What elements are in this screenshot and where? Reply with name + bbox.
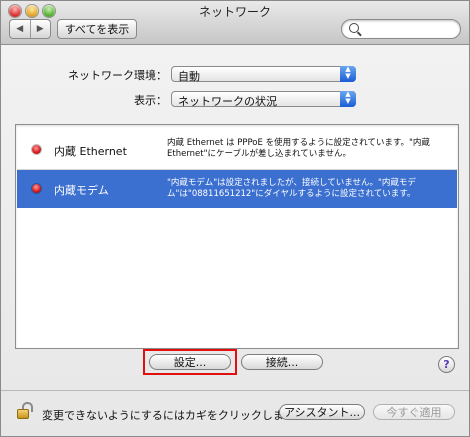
service-name: 内蔵モデム — [54, 184, 109, 197]
service-description: 内蔵 Ethernet は PPPoE を使用するように設定されています。"内蔵… — [167, 138, 430, 159]
lock-icon[interactable] — [17, 402, 33, 419]
location-popup[interactable]: 自動 ▲ ▼ — [171, 66, 356, 83]
toolbar: ネットワーク ◀ ▶ すべてを表示 — [1, 1, 469, 45]
preferences-window: ネットワーク ◀ ▶ すべてを表示 ネットワーク環境： 自動 ▲ ▼ 表示： ネッ… — [0, 0, 470, 437]
show-popup[interactable]: ネットワークの状況 ▲ ▼ — [171, 91, 356, 108]
back-button[interactable]: ◀ — [10, 20, 31, 38]
search-input[interactable] — [364, 21, 458, 37]
forward-button[interactable]: ▶ — [31, 20, 51, 38]
popup-arrows-icon: ▲ ▼ — [340, 66, 356, 82]
search-field[interactable] — [341, 19, 461, 39]
lock-body — [17, 409, 29, 419]
connect-button[interactable]: 接続... — [241, 354, 323, 370]
status-red-icon — [32, 184, 41, 193]
show-all-button[interactable]: すべてを表示 — [57, 19, 137, 39]
configure-button[interactable]: 設定... — [149, 354, 231, 370]
footer-divider — [1, 390, 469, 391]
location-value: 自動 — [178, 70, 200, 83]
service-row-modem[interactable]: 内蔵モデム "内蔵モデム"は設定されましたが、接続していません。"内蔵モデム"は… — [17, 170, 457, 208]
help-button[interactable]: ? — [438, 356, 455, 373]
network-status-list: 内蔵 Ethernet 内蔵 Ethernet は PPPoE を使用するように… — [15, 124, 459, 349]
back-forward-control: ◀ ▶ — [9, 19, 51, 39]
service-description: "内蔵モデム"は設定されましたが、接続していません。"内蔵モデム"は"08811… — [167, 178, 416, 199]
service-name: 内蔵 Ethernet — [54, 145, 127, 158]
apply-now-button[interactable]: 今すぐ適用 — [373, 404, 455, 420]
show-value: ネットワークの状況 — [178, 95, 277, 108]
service-row-ethernet[interactable]: 内蔵 Ethernet 内蔵 Ethernet は PPPoE を使用するように… — [17, 131, 457, 169]
forward-arrow-icon: ▶ — [36, 24, 44, 34]
search-icon — [349, 23, 359, 33]
lock-hint-text: 変更できないようにするにはカギをクリックします。 — [42, 409, 305, 422]
back-arrow-icon: ◀ — [16, 24, 24, 34]
show-label: 表示： — [134, 94, 167, 107]
help-icon: ? — [443, 358, 450, 371]
status-red-icon — [32, 145, 41, 154]
location-label: ネットワーク環境： — [68, 69, 167, 82]
window-title: ネットワーク — [198, 5, 271, 19]
assistant-button[interactable]: アシスタント... — [279, 404, 365, 420]
popup-arrows-icon: ▲ ▼ — [340, 91, 356, 107]
